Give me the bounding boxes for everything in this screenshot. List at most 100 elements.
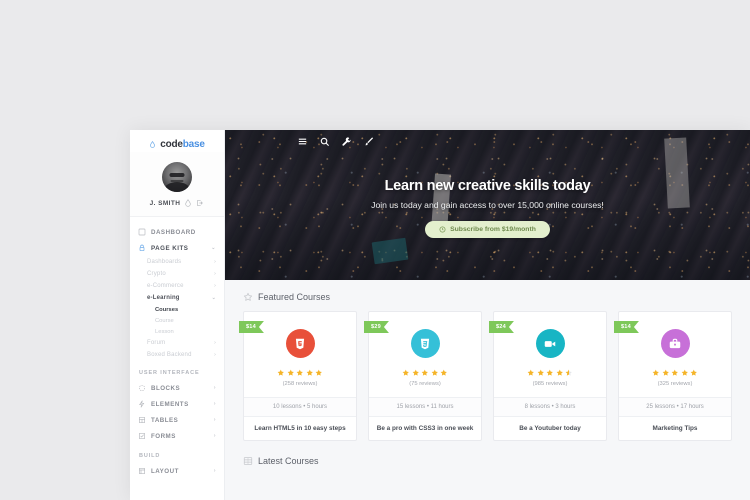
course-icon-circle [285, 329, 315, 358]
book-icon [243, 456, 253, 465]
wrench-icon[interactable] [341, 136, 352, 147]
sidebar-item-label: DASHBOARD [151, 228, 196, 236]
star-icon [431, 369, 438, 376]
star-icon [421, 369, 429, 376]
course-title: Be a Youtuber today [519, 424, 581, 432]
course-card[interactable]: $24 (985 reviews) 8 lessons • 3 hours Be… [493, 311, 607, 441]
star-icon [690, 369, 698, 376]
chevron-right-icon: › [214, 270, 216, 277]
course-meta: 15 lessons • 11 hours [369, 396, 481, 417]
menu-icon[interactable] [297, 136, 308, 147]
rating-stars [652, 369, 698, 377]
star-icon [412, 369, 419, 376]
star-icon [662, 369, 669, 376]
star-icon [556, 369, 563, 376]
brand-code-text: code [160, 139, 183, 150]
brand-logo[interactable]: codebase [130, 130, 224, 152]
course-meta: 8 lessons • 3 hours [494, 396, 606, 417]
sidebar-item-page-kits[interactable]: PAGE KITS ⌄ [130, 240, 224, 256]
sidebar-item-layout[interactable]: LAYOUT › [130, 463, 224, 479]
course-card[interactable]: $14 [618, 311, 732, 441]
course-card[interactable]: $29 (75 reviews) 15 lessons • 11 hours B… [368, 311, 482, 441]
sidebar-item-label: ELEMENTS [151, 400, 189, 408]
theme-droplet-icon[interactable] [184, 199, 192, 207]
latest-courses-header: Latest Courses [243, 456, 750, 466]
sidebar-item-blocks[interactable]: BLOCKS › [130, 380, 224, 396]
app-window: codebase J. SMITH DASHBOARD PAGE KITS ⌄ … [130, 130, 750, 500]
sidebar-subitem-label: Dashboards [147, 259, 182, 265]
sidebar-group-build: BUILD [139, 453, 161, 459]
sidebar-subitem-dashboards[interactable]: Dashboards › [130, 256, 224, 268]
sidebar-item-label: LAYOUT [151, 467, 179, 475]
course-icon-circle [410, 329, 440, 358]
chevron-right-icon: › [213, 416, 216, 423]
sidebar-subitem-label: Lesson [155, 328, 174, 335]
star-icon [537, 369, 544, 376]
star-icon [315, 369, 323, 376]
sidebar-subitem-ecommerce[interactable]: e-Commerce › [130, 280, 224, 292]
elements-icon [139, 400, 145, 408]
sidebar-subitem-elearning[interactable]: e-Learning ⌄ [130, 292, 224, 304]
sidebar-subitem-course[interactable]: Course [130, 315, 224, 326]
avatar[interactable] [162, 162, 192, 192]
hero-title: Learn new creative skills today [384, 178, 591, 194]
profile-row: J. SMITH [150, 199, 205, 207]
clock-icon [439, 226, 446, 233]
featured-courses-title: Featured Courses [258, 292, 331, 302]
profile-block: J. SMITH [130, 152, 224, 217]
sidebar-subitem-label: Courses [155, 306, 179, 313]
sidebar-item-elements[interactable]: ELEMENTS › [130, 396, 224, 412]
chevron-right-icon: › [213, 432, 216, 439]
star-icon [546, 369, 554, 376]
main-area: Learn new creative skills today Join us … [225, 130, 750, 500]
course-title: Be a pro with CSS3 in one week [376, 424, 474, 432]
chevron-right-icon: › [213, 400, 216, 407]
star-outline-icon [243, 292, 253, 301]
sidebar-group-user-interface: USER INTERFACE [139, 370, 200, 376]
course-card[interactable]: $14 [243, 311, 357, 441]
star-icon [681, 369, 688, 376]
chevron-down-icon: ⌄ [211, 294, 216, 301]
sidebar-subitem-label: e-Learning [147, 295, 180, 301]
sidebar: codebase J. SMITH DASHBOARD PAGE KITS ⌄ … [130, 130, 225, 500]
sidebar-subitem-label: Crypto [147, 271, 166, 277]
chevron-right-icon: › [214, 351, 216, 358]
sidebar-subitem-label: e-Commerce [147, 283, 184, 289]
sidebar-subitem-lesson[interactable]: Lesson [130, 326, 224, 337]
search-icon[interactable] [319, 136, 330, 147]
html5-icon [295, 338, 305, 349]
sidebar-item-label: PAGE KITS [151, 244, 189, 252]
course-icon-circle [660, 329, 690, 358]
latest-courses-title: Latest Courses [258, 455, 319, 466]
hero-content: Learn new creative skills today Join us … [225, 178, 750, 238]
chevron-right-icon: › [214, 282, 216, 289]
sidebar-subitem-courses[interactable]: Courses [130, 304, 224, 315]
tables-icon [139, 417, 145, 423]
logout-icon[interactable] [196, 199, 204, 207]
chevron-down-icon: ⌄ [211, 244, 216, 251]
rating-stars [277, 369, 323, 377]
course-meta: 25 lessons • 17 hours [619, 396, 731, 417]
star-icon [440, 369, 448, 376]
hero-decor-teal [371, 237, 409, 265]
layout-icon [139, 468, 145, 474]
chevron-right-icon: › [213, 384, 216, 391]
sidebar-item-tables[interactable]: TABLES › [130, 412, 224, 428]
star-icon [277, 369, 285, 376]
sidebar-subitem-crypto[interactable]: Crypto › [130, 268, 224, 280]
dashboard-icon [138, 228, 146, 236]
sidebar-subitem-boxed-backend[interactable]: Boxed Backend › [130, 349, 224, 361]
featured-courses-header: Featured Courses [243, 292, 750, 302]
forms-icon [139, 433, 145, 439]
sidebar-item-dashboard[interactable]: DASHBOARD [130, 224, 224, 240]
blocks-icon [139, 385, 145, 391]
brush-icon[interactable] [363, 136, 374, 147]
course-title: Learn HTML5 in 10 easy steps [254, 424, 346, 432]
droplet-logo-icon [150, 141, 156, 148]
rating-stars [527, 369, 573, 377]
review-count: (75 reviews) [409, 380, 441, 387]
subscribe-button[interactable]: Subscribe from $19/month [425, 221, 550, 238]
sidebar-subitem-forum[interactable]: Forum › [130, 337, 224, 349]
star-icon [306, 369, 313, 376]
sidebar-item-forms[interactable]: FORMS › [130, 428, 224, 444]
